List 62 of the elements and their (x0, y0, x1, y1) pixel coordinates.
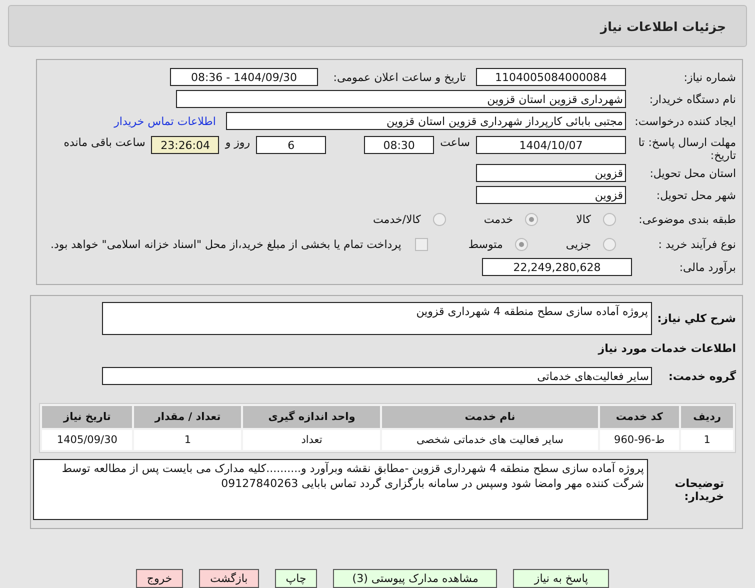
days-field: 6 (256, 136, 326, 154)
radio-label: کالا (576, 212, 591, 226)
column-header: نام خدمت (382, 406, 598, 428)
section-heading: اطلاعات خدمات مورد نیاز (596, 342, 737, 354)
radio-button[interactable] (603, 212, 616, 226)
requester-field: مجتبی بابائی کارپرداز شهرداری قزوین استان قزوین (226, 112, 626, 130)
table-cell: 1 (134, 430, 242, 450)
deadline-date-field: 1404/10/07 (476, 136, 626, 154)
field-label: طبقه بندی موضوعی: (638, 212, 737, 226)
field-label: شرح کلي نیاز: (656, 311, 737, 325)
buyer-org-field: شهرداری قزوین استان قزوین (176, 90, 626, 108)
radio-label: جزیی (566, 238, 591, 250)
announce-date-field: 1404/09/30 - 08:36 (170, 68, 318, 86)
field-label: گروه خدمت: (667, 370, 737, 382)
description-field: پروژه آماده سازی سطح منطقه 4 شهرداری قزوین (102, 302, 652, 335)
buyer-contact-link[interactable]: اطلاعات تماس خریدار (114, 114, 216, 128)
column-header: واحد اندازه گیری (243, 406, 380, 428)
service-group-field: سایر فعالیت‌های خدماتی (102, 367, 652, 385)
estimate-field: 22,249,280,628 (482, 258, 632, 276)
field-label: نام دستگاه خریدار: (648, 92, 737, 106)
field-label: ساعت (440, 136, 470, 149)
action-button[interactable]: بازگشت (199, 569, 259, 588)
field-label: شهر محل تحویل: (655, 188, 737, 202)
radio-label: متوسط (468, 238, 503, 250)
action-button[interactable]: پاسخ به نیاز (513, 569, 610, 588)
column-header: تاریخ نیاز (42, 406, 132, 428)
column-header: کد خدمت (600, 406, 680, 428)
field-label: روز و (225, 136, 250, 149)
column-header: ردیف (681, 406, 733, 428)
table-cell: سایر فعالیت های خدماتی شخصی (382, 430, 598, 450)
need-number-field: 1104005084000084 (476, 68, 626, 86)
payment-checkbox[interactable] (415, 238, 428, 250)
field-label: شماره نیاز: (682, 70, 737, 84)
field-label: نوع فرآیند خرید : (657, 238, 737, 250)
deadline-time-field: 08:30 (364, 136, 434, 154)
action-button[interactable]: خروج (136, 569, 184, 588)
field-label: ایجاد کننده درخواست: (634, 114, 737, 128)
table-cell: ط-96-960 (600, 430, 680, 450)
city-field: قزوین (476, 186, 626, 204)
field-label: برآورد مالی: (678, 260, 737, 274)
page-title: جزئیات اطلاعات نیاز (600, 18, 726, 34)
payment-text: پرداخت تمام یا بخشی از مبلغ خرید،از محل "اسناد خزانه اسلامی" خواهد بود. (50, 238, 402, 250)
table-cell: تعداد (243, 430, 380, 450)
field-label: توضیحات خریدار: (674, 476, 725, 503)
buyer-notes-field: پروژه آماده سازی سطح منطقه 4 شهرداری قزوین -مطابق نقشه وبرآورد و..........کلیه مدارک می بایست پس از مطالعه توسط شرگت کننده مهر وامضا شود وسپس در سامانه بارگزاری گردد تماس بابایی 09127840263 (33, 459, 648, 520)
field-label: ساعت باقی مانده (64, 136, 146, 149)
table-cell: 1 (681, 430, 733, 450)
province-field: قزوین (476, 164, 626, 182)
action-button[interactable]: چاپ (274, 569, 318, 588)
radio-button[interactable] (514, 238, 528, 250)
column-header: تعداد / مقدار (134, 406, 242, 428)
radio-button[interactable] (603, 238, 616, 250)
radio-button[interactable] (432, 212, 446, 226)
remaining-time-field: 23:26:04 (151, 136, 220, 154)
field-label: مهلت ارسال پاسخ: تا تاریخ: (637, 136, 737, 162)
radio-label: کالا/خدمت (373, 212, 421, 226)
table-cell: 1405/09/30 (42, 430, 132, 450)
action-button[interactable]: مشاهده مدارک پیوستی (3) (333, 569, 498, 588)
field-label: استان محل تحویل: (648, 166, 737, 180)
radio-label: خدمت (484, 212, 514, 226)
radio-button[interactable] (525, 212, 538, 226)
field-label: تاریخ و ساعت اعلان عمومی: (332, 70, 467, 84)
